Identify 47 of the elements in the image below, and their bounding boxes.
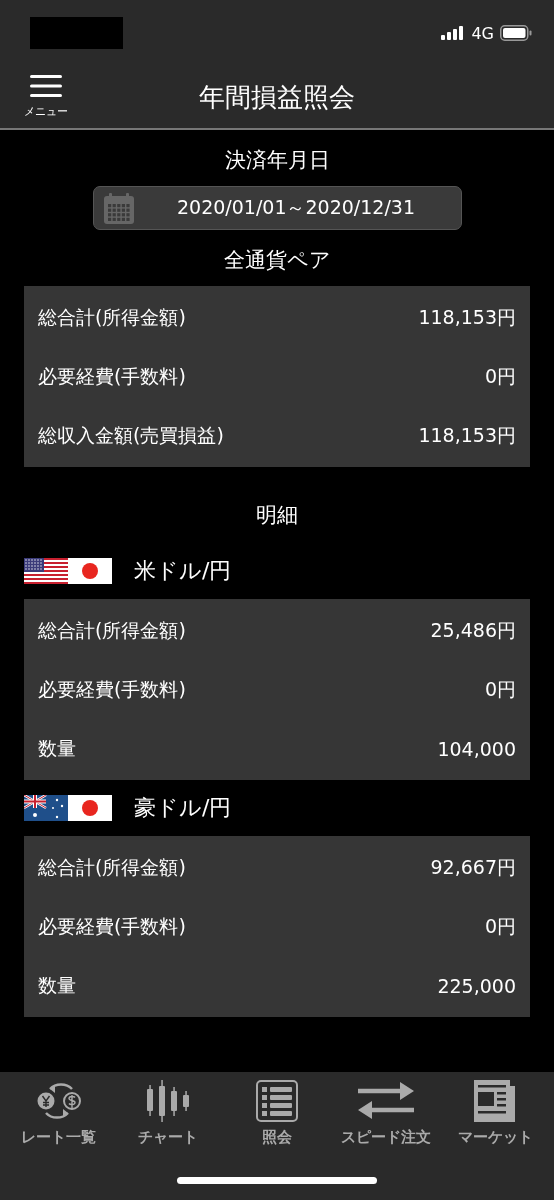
- row-value: 0円: [484, 913, 516, 939]
- row-label: 必要経費(手数料): [38, 676, 186, 702]
- battery-icon: [500, 25, 532, 41]
- calendar-icon: [103, 192, 134, 224]
- tab-bar-item[interactable]: レート一覧: [4, 1078, 114, 1147]
- section-title: 決済年月日: [224, 147, 330, 174]
- list-icon: [256, 1080, 298, 1122]
- currency-exchange-icon: [35, 1081, 82, 1121]
- row-label: 総合計(所得金額): [38, 854, 186, 880]
- japan-flag-icon: [68, 558, 112, 584]
- row-value: 225,000: [437, 974, 516, 997]
- row-label: 必要経費(手数料): [38, 363, 186, 389]
- date-range-field[interactable]: 2020/01/01～2020/12/31: [92, 186, 462, 230]
- row-label: 総合計(所得金額): [38, 304, 186, 330]
- menu-button[interactable]: メニュー: [18, 75, 74, 119]
- row-value: 92,667円: [430, 854, 516, 880]
- row-value: 118,153円: [418, 304, 516, 330]
- section-title: 全通貨ペア: [223, 247, 331, 274]
- menu-label: メニュー: [24, 104, 68, 119]
- row-label: 必要経費(手数料): [38, 913, 186, 939]
- network-label: 4G: [471, 23, 494, 43]
- row-value: 0円: [484, 676, 516, 702]
- japan-flag-icon: [68, 795, 112, 821]
- currency-pair-name: 豪ドル/円: [134, 794, 232, 822]
- tab-bar-item[interactable]: 照会: [222, 1078, 332, 1147]
- row-label: 数量: [38, 972, 76, 998]
- swap-arrows-icon: [358, 1082, 415, 1120]
- screen-title: 年間損益照会: [199, 80, 355, 114]
- row-label: 数量: [38, 735, 76, 761]
- currency-pair-name: 米ドル/円: [134, 557, 232, 585]
- candlestick-chart-icon: [145, 1080, 190, 1122]
- newspaper-icon: [474, 1080, 517, 1122]
- date-range-value: 2020/01/01～2020/12/31: [176, 195, 416, 220]
- row-label: 総収入金額(売買損益): [38, 422, 224, 448]
- us-flag-icon: [24, 558, 68, 584]
- tab-bar-item[interactable]: スピード注文: [331, 1078, 441, 1147]
- signal-icon: [441, 26, 466, 40]
- australia-flag-icon: [24, 795, 68, 821]
- tab-bar-item[interactable]: チャート: [113, 1078, 223, 1147]
- section-title: 明細: [256, 502, 298, 529]
- row-label: 総合計(所得金額): [38, 617, 186, 643]
- tab-bar-item[interactable]: マーケット: [440, 1078, 550, 1147]
- row-value: 104,000: [437, 737, 516, 760]
- menu-icon: [30, 75, 62, 97]
- row-value: 25,486円: [430, 617, 516, 643]
- row-value: 118,153円: [418, 422, 516, 448]
- row-value: 0円: [484, 363, 516, 389]
